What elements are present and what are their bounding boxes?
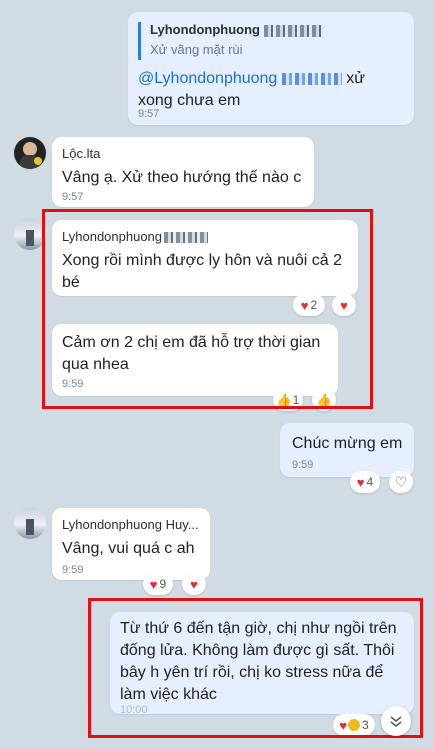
heart-icon: ♥ xyxy=(356,474,365,490)
quote-block[interactable]: Lyhondonphuong Xử vãng mặt rùi xyxy=(138,22,398,60)
message-bubble-outgoing[interactable]: Lyhondonphuong Xử vãng mặt rùi @Lyhondon… xyxy=(128,12,414,125)
highlight-box xyxy=(42,209,373,409)
message-bubble-incoming[interactable]: Lộc.lta Vâng ạ. Xử theo hướng thế nào c … xyxy=(52,137,314,207)
message-time: 9:57 xyxy=(62,191,84,203)
react-button[interactable]: ♥ xyxy=(182,573,206,595)
heart-icon: ♥ xyxy=(190,576,198,592)
message-text: Chúc mừng em xyxy=(292,435,403,452)
reaction-count: 4 xyxy=(366,475,374,489)
avatar[interactable] xyxy=(14,507,46,539)
avatar[interactable] xyxy=(14,137,46,169)
heart-icon: ♥ xyxy=(149,576,158,592)
message-bubble-incoming[interactable]: Lyhondonphuong Huy... Vâng, vui quá c ah… xyxy=(52,508,210,580)
reaction-count: 9 xyxy=(159,577,167,591)
message-time: 9:59 xyxy=(62,564,84,576)
message-bubble-outgoing[interactable]: Chúc mừng em 9:59 xyxy=(280,423,414,477)
pixelated-mention xyxy=(281,72,342,85)
reaction-summary[interactable]: ♥ 9 xyxy=(143,573,173,595)
sender-name: Lộc.lta xyxy=(62,146,101,161)
message-text: Vâng, vui quá c ah xyxy=(62,540,195,557)
sender-name: Lyhondonphuong Huy... xyxy=(62,517,199,532)
message-text: @Lyhondonphuong xử xong chưa em xyxy=(138,70,365,109)
highlight-box xyxy=(88,598,423,738)
chevron-down-icon xyxy=(390,716,402,727)
message-time: 9:59 xyxy=(292,459,314,471)
scroll-down-button[interactable] xyxy=(381,706,411,736)
quote-text: Xử vãng mặt rùi xyxy=(150,42,243,57)
message-time: 9:57 xyxy=(138,108,160,120)
reaction-summary[interactable]: ♥ 4 xyxy=(350,471,380,493)
message-text: Vâng ạ. Xử theo hướng thế nào c xyxy=(62,169,302,186)
react-button[interactable]: ♡ xyxy=(389,471,413,493)
mention-link[interactable]: @Lyhondonphuong xyxy=(138,70,277,87)
pixelated-name xyxy=(263,24,324,37)
quote-sender: Lyhondonphuong xyxy=(150,22,260,37)
heart-outline-icon: ♡ xyxy=(394,473,408,490)
